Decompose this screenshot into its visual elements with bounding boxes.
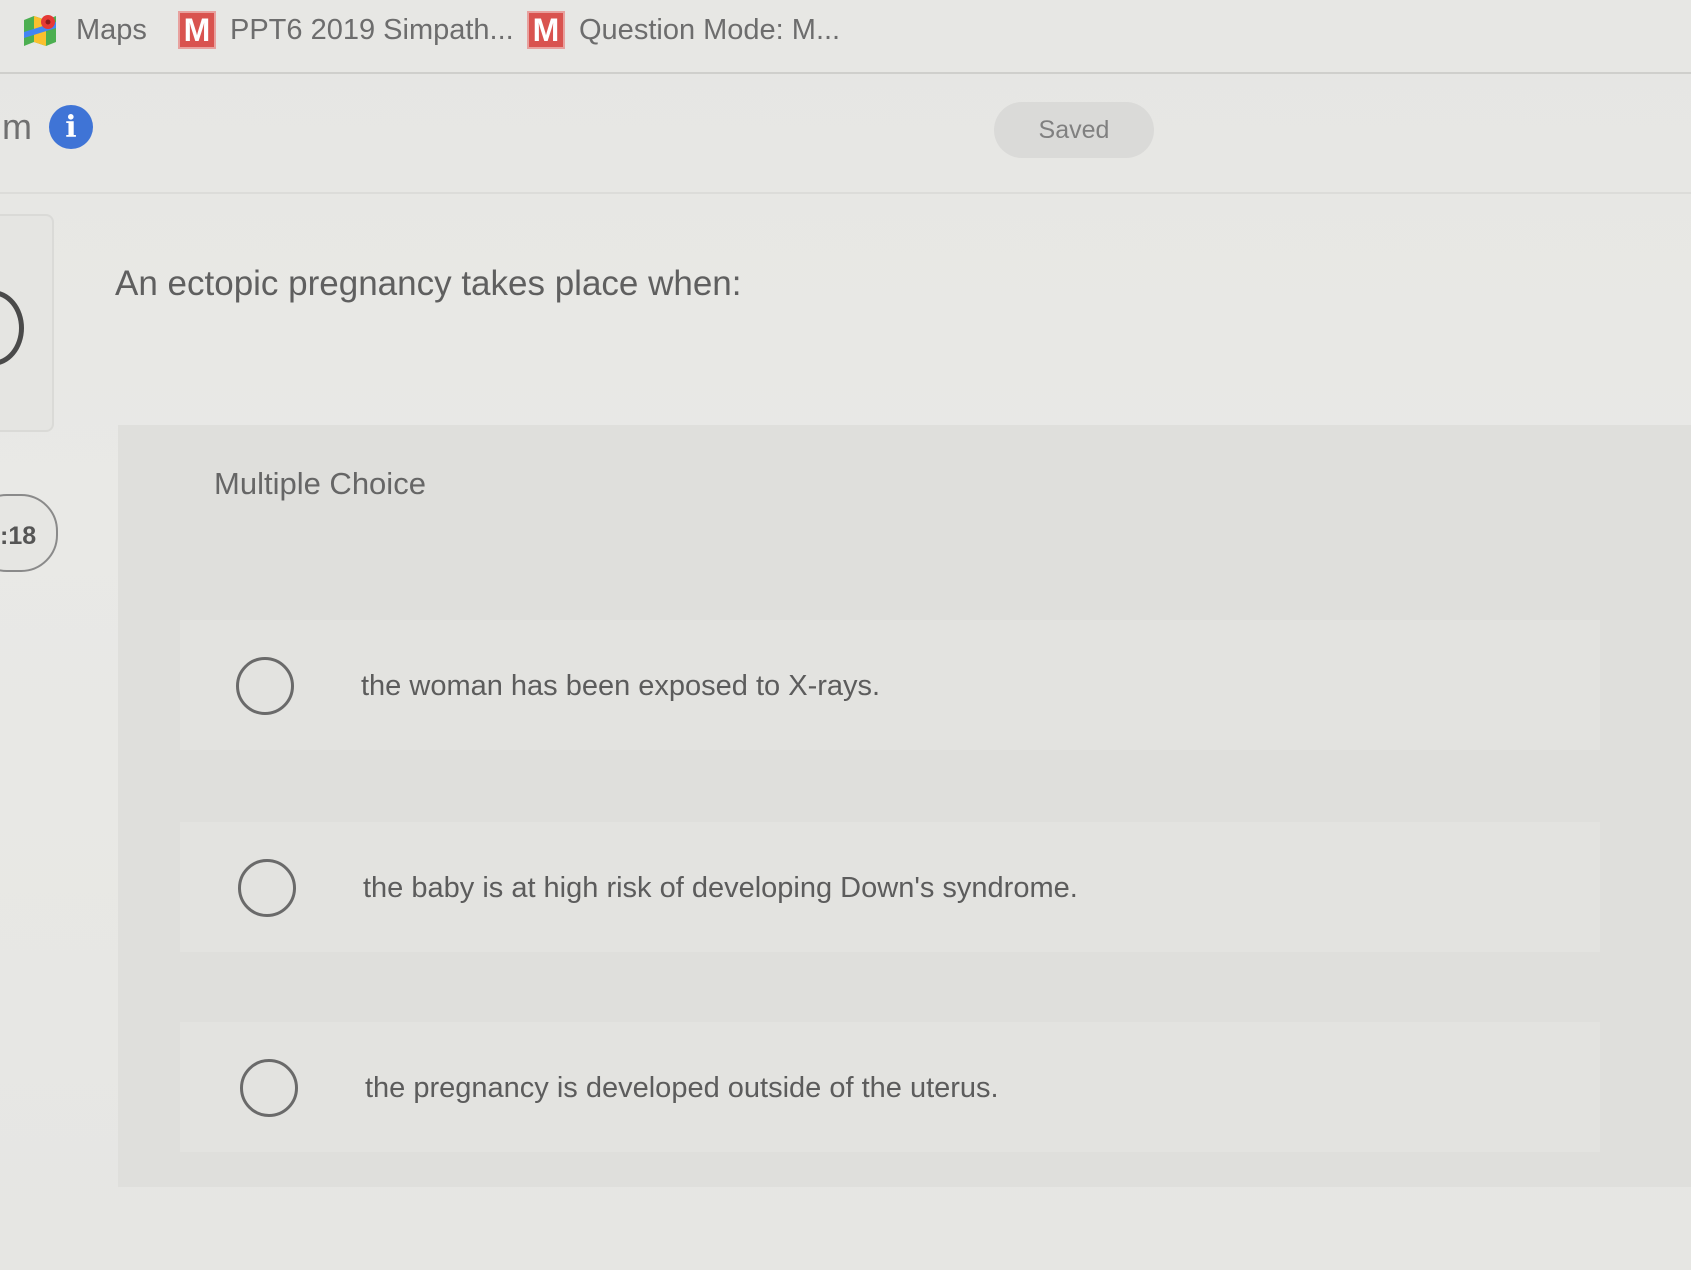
radio-button[interactable] — [238, 859, 296, 917]
bookmark-label: Maps — [76, 13, 147, 46]
assignment-title: m — [2, 106, 32, 147]
bookmark-label: PPT6 2019 Simpath... — [230, 13, 514, 46]
answer-option[interactable]: the baby is at high risk of developing D… — [238, 848, 1078, 928]
timer-text: :18 — [0, 522, 37, 550]
answer-option-text[interactable]: the pregnancy is developed outside of th… — [365, 1072, 999, 1105]
info-icon[interactable]: i — [49, 105, 93, 149]
page: Maps M PPT6 2019 Simpath... M Question M… — [0, 0, 1691, 1270]
bookmark-ppt6[interactable]: M PPT6 2019 Simpath... — [178, 8, 514, 52]
answer-option[interactable]: the pregnancy is developed outside of th… — [240, 1048, 999, 1128]
question-type-label: Multiple Choice — [214, 466, 426, 501]
radio-button[interactable] — [240, 1059, 298, 1117]
m-icon: M — [178, 11, 216, 49]
bookmark-maps[interactable]: Maps — [22, 8, 147, 52]
bookmarks-bar: Maps M PPT6 2019 Simpath... M Question M… — [0, 0, 1691, 74]
answer-option-text[interactable]: the baby is at high risk of developing D… — [363, 872, 1078, 905]
radio-button[interactable] — [236, 657, 294, 715]
bookmark-question-mode[interactable]: M Question Mode: M... — [527, 8, 840, 52]
answer-option-text[interactable]: the woman has been exposed to X-rays. — [361, 670, 880, 703]
answer-option[interactable]: the woman has been exposed to X-rays. — [236, 646, 880, 726]
m-icon: M — [527, 11, 565, 49]
maps-icon — [24, 15, 56, 46]
assignment-header: m i Saved — [0, 72, 1691, 194]
question-prompt: An ectopic pregnancy takes place when: — [115, 264, 742, 303]
bookmark-label: Question Mode: M... — [579, 13, 841, 46]
saved-status-badge: Saved — [994, 102, 1154, 158]
